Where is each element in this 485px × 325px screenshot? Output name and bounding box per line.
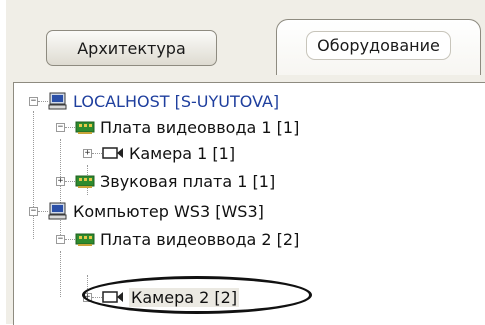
expand-toggle-sound-card-1[interactable]: + bbox=[56, 176, 65, 186]
tree-connector bbox=[38, 100, 48, 102]
expand-toggle-camera-1[interactable]: + bbox=[83, 148, 92, 158]
tree-connector bbox=[92, 152, 102, 154]
tree-connector bbox=[60, 251, 61, 297]
tree-node-label: Компьютер WS3 [WS3] bbox=[73, 201, 264, 221]
highlight-ellipse bbox=[82, 276, 312, 314]
tree-node-computer-ws3[interactable]: − Компьютер WS3 [WS3] bbox=[29, 197, 264, 225]
camera-icon bbox=[102, 147, 123, 159]
tab-architecture-label: Архитектура bbox=[77, 38, 186, 58]
tab-hardware[interactable]: Оборудование bbox=[276, 19, 481, 75]
video-card-icon bbox=[75, 121, 95, 134]
video-card-icon bbox=[75, 233, 95, 246]
computer-icon bbox=[48, 92, 67, 110]
tree-node-label: Звуковая плата 1 [1] bbox=[100, 171, 276, 191]
collapse-toggle-video-card-1[interactable]: − bbox=[56, 122, 65, 132]
tree-node-label: Плата видеоввода 2 [2] bbox=[100, 229, 300, 249]
tree-node-label: Плата видеоввода 1 [1] bbox=[100, 117, 300, 137]
tree-node-sound-card-1[interactable]: + Звуковая плата 1 [1] bbox=[56, 167, 275, 195]
tab-hardware-label: Оборудование bbox=[306, 31, 451, 60]
hardware-tree[interactable]: − LOCALHOST [S-UYUTOVA] − Плата видеовво… bbox=[13, 82, 485, 325]
tree-connector bbox=[65, 238, 75, 240]
tab-strip: Архитектура Оборудование bbox=[6, 0, 485, 82]
tree-connector bbox=[65, 180, 75, 182]
sound-card-icon bbox=[75, 175, 95, 188]
tree-connector bbox=[38, 210, 48, 212]
tree-node-camera-1[interactable]: + Камера 1 [1] bbox=[83, 139, 235, 167]
tab-architecture[interactable]: Архитектура bbox=[46, 30, 217, 66]
collapse-toggle-video-card-2[interactable]: − bbox=[56, 234, 65, 244]
tree-node-video-card-2[interactable]: − Плата видеоввода 2 [2] bbox=[56, 225, 299, 253]
tree-node-localhost[interactable]: − LOCALHOST [S-UYUTOVA] bbox=[29, 87, 279, 115]
collapse-toggle-localhost[interactable]: − bbox=[29, 96, 38, 106]
collapse-toggle-computer-ws3[interactable]: − bbox=[29, 206, 38, 216]
tree-node-label: LOCALHOST [S-UYUTOVA] bbox=[73, 91, 280, 111]
tree-node-label: Камера 1 [1] bbox=[129, 143, 236, 163]
hardware-panel: Архитектура Оборудование − LOCALHOST [S-… bbox=[6, 0, 485, 325]
computer-icon bbox=[48, 202, 67, 220]
tree-node-video-card-1[interactable]: − Плата видеоввода 1 [1] bbox=[56, 113, 299, 141]
tree-connector bbox=[65, 126, 75, 128]
